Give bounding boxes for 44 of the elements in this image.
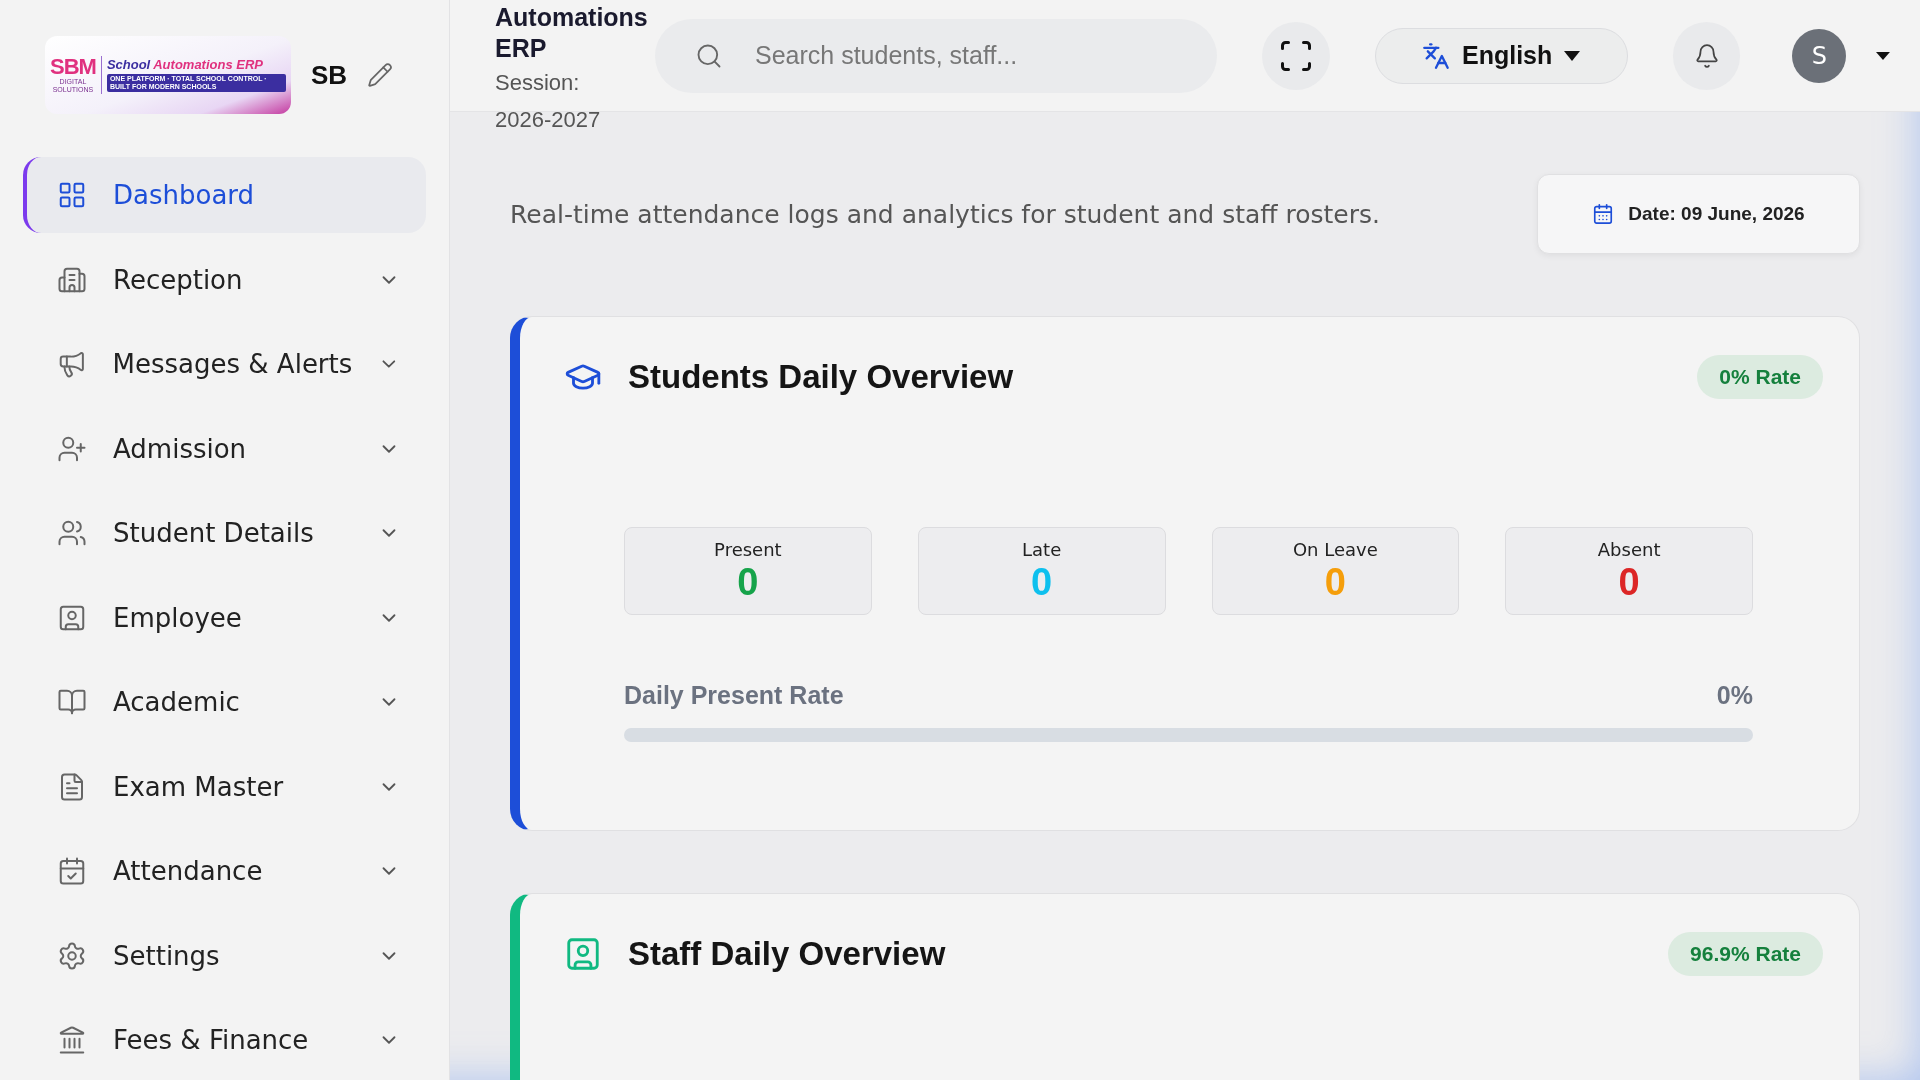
app-title: Automations ERP <box>495 2 649 64</box>
sidebar-item[interactable]: Reception <box>23 241 426 318</box>
stat-label: On Leave <box>1292 538 1378 560</box>
language-button[interactable]: English <box>1374 27 1628 84</box>
rate-badge: 96.9% Rate <box>1668 932 1823 976</box>
stat-value: 0 <box>1618 559 1640 604</box>
stat-value: 0 <box>1324 559 1346 604</box>
school-short-name: SB <box>311 59 348 91</box>
stat-label: Present <box>714 538 782 560</box>
sidebar-item[interactable]: Employee <box>23 579 426 656</box>
stat-label: Absent <box>1597 538 1661 560</box>
session-label: Session: <box>495 69 581 97</box>
logo-title: School <box>106 58 151 71</box>
sidebar-item[interactable]: Exam Master <box>23 748 426 825</box>
rate-badge: 0% Rate <box>1697 355 1823 399</box>
sidebar-item[interactable]: Settings <box>23 917 426 994</box>
progress-value: 0% <box>1716 681 1753 710</box>
logo-brand: SBM <box>50 56 96 78</box>
caret-icon[interactable] <box>1876 51 1890 60</box>
sidebar-item[interactable]: Messages & Alerts <box>23 326 426 402</box>
search-field[interactable]: Search students, staff... <box>655 18 1217 93</box>
sidebar-item[interactable]: Fees & Finance <box>23 1002 426 1078</box>
id-badge-icon <box>564 935 602 973</box>
sidebar-item[interactable]: Academic <box>23 664 426 740</box>
stat-value: 0 <box>737 559 759 604</box>
stat-value: 0 <box>1031 559 1053 604</box>
sidebar-item[interactable]: Student Details <box>23 495 426 571</box>
bell-icon <box>1693 42 1720 69</box>
translate-icon <box>1422 41 1450 70</box>
stat-label: Late <box>1022 538 1062 560</box>
logo-title: Automations ERP <box>153 58 264 71</box>
page-description: Real-time attendance logs and analytics for student and staff rosters. <box>510 199 1380 229</box>
edit-icon[interactable] <box>367 62 394 88</box>
sidebar-item[interactable]: Attendance <box>23 833 426 909</box>
user-avatar[interactable]: S <box>1792 28 1847 83</box>
caret-icon <box>1564 50 1581 61</box>
calendar-icon <box>1592 203 1615 225</box>
card-title: Staff Daily Overview <box>628 935 947 973</box>
sidebar-item[interactable]: Admission <box>23 410 426 487</box>
date-button[interactable]: Date: 09 June, 2026 <box>1537 174 1860 254</box>
session-value: 2026-2027 <box>495 106 602 134</box>
card-title: Students Daily Overview <box>628 358 1015 396</box>
progress-label: Daily Present Rate <box>624 681 844 710</box>
sidebar-item[interactable]: Dashboard <box>23 157 426 233</box>
